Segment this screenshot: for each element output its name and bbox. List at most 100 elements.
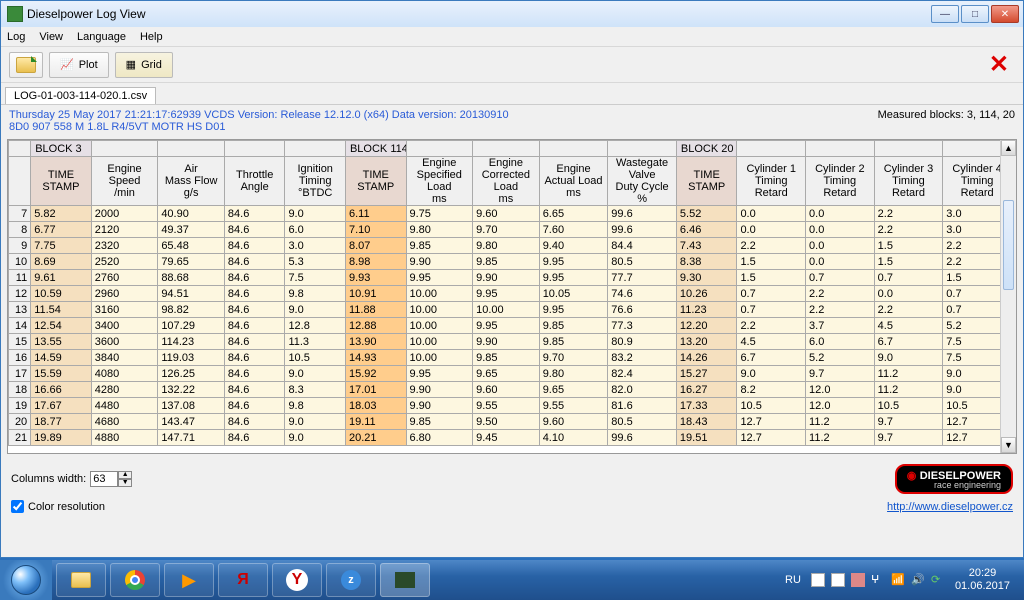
cell[interactable]: 19 <box>9 398 31 414</box>
cell[interactable]: 99.6 <box>608 430 677 446</box>
cell[interactable]: 10.5 <box>874 398 943 414</box>
cell[interactable]: 8.2 <box>737 382 806 398</box>
cell[interactable]: 8 <box>9 222 31 238</box>
tb-explorer[interactable] <box>56 563 106 597</box>
cell[interactable]: 9.95 <box>473 318 540 334</box>
cell[interactable]: 13.90 <box>345 334 406 350</box>
cell[interactable]: 107.29 <box>158 318 225 334</box>
cell[interactable]: 9.55 <box>473 398 540 414</box>
cell[interactable]: 21 <box>9 430 31 446</box>
cell[interactable]: 9.55 <box>539 398 608 414</box>
cell[interactable]: 2.2 <box>737 238 806 254</box>
cell[interactable]: 126.25 <box>158 366 225 382</box>
cell[interactable]: 84.6 <box>224 286 285 302</box>
cell[interactable]: 9.95 <box>539 302 608 318</box>
cell[interactable]: 84.6 <box>224 366 285 382</box>
cell[interactable]: 6.7 <box>874 334 943 350</box>
cell[interactable]: 12.0 <box>806 382 875 398</box>
cell[interactable]: 19.89 <box>31 430 92 446</box>
cell[interactable]: 2760 <box>91 270 158 286</box>
cell[interactable]: 10 <box>9 254 31 270</box>
cell[interactable]: 0.0 <box>806 254 875 270</box>
cell[interactable]: 65.48 <box>158 238 225 254</box>
cell[interactable]: 84.6 <box>224 430 285 446</box>
minimize-button[interactable]: — <box>931 5 959 23</box>
cell[interactable]: 2320 <box>91 238 158 254</box>
cell[interactable]: 9.90 <box>406 398 473 414</box>
cell[interactable]: 9.85 <box>473 254 540 270</box>
open-button[interactable] <box>9 52 43 78</box>
cell[interactable]: 13.20 <box>676 334 737 350</box>
cell[interactable]: 9.90 <box>473 334 540 350</box>
cell[interactable]: 9.85 <box>406 238 473 254</box>
cell[interactable]: 12.7 <box>737 430 806 446</box>
cell[interactable]: 9.65 <box>539 382 608 398</box>
cell[interactable]: 77.7 <box>608 270 677 286</box>
cell[interactable]: 4880 <box>91 430 158 446</box>
cell[interactable]: 9.85 <box>473 350 540 366</box>
cell[interactable]: 9.0 <box>285 206 346 222</box>
cell[interactable]: 12.8 <box>285 318 346 334</box>
table-row[interactable]: 1917.674480137.0884.69.818.039.909.559.5… <box>9 398 1012 414</box>
cell[interactable]: 9.95 <box>406 366 473 382</box>
cell[interactable]: 0.0 <box>806 206 875 222</box>
cell[interactable]: 9.0 <box>285 430 346 446</box>
cell[interactable]: 76.6 <box>608 302 677 318</box>
tray-sync-icon[interactable]: ⟳ <box>931 573 945 587</box>
tray-clock[interactable]: 20:29 01.06.2017 <box>955 567 1010 593</box>
cell[interactable]: 9.80 <box>406 222 473 238</box>
tb-zona[interactable]: z <box>326 563 376 597</box>
col-engine-speed[interactable]: EngineSpeed/min <box>91 157 158 206</box>
cell[interactable]: 2.2 <box>874 222 943 238</box>
tb-dieselpower[interactable] <box>380 563 430 597</box>
cell[interactable]: 9.0 <box>874 350 943 366</box>
col-wastegate[interactable]: WastegateValveDuty Cycle% <box>608 157 677 206</box>
table-row[interactable]: 119.61276088.6884.67.59.939.959.909.9577… <box>9 270 1012 286</box>
cell[interactable]: 49.37 <box>158 222 225 238</box>
cell[interactable]: 9.80 <box>473 238 540 254</box>
cell[interactable]: 84.6 <box>224 414 285 430</box>
cell[interactable]: 147.71 <box>158 430 225 446</box>
cell[interactable]: 10.00 <box>406 302 473 318</box>
cell[interactable]: 17.33 <box>676 398 737 414</box>
cell[interactable]: 2120 <box>91 222 158 238</box>
start-button[interactable] <box>0 560 52 600</box>
cell[interactable]: 9.8 <box>285 286 346 302</box>
tray-volume-icon[interactable]: 🔊 <box>911 573 925 587</box>
cell[interactable]: 7.5 <box>285 270 346 286</box>
cell[interactable]: 11 <box>9 270 31 286</box>
cell[interactable]: 2520 <box>91 254 158 270</box>
tb-chrome[interactable] <box>110 563 160 597</box>
cell[interactable]: 9.70 <box>473 222 540 238</box>
cell[interactable]: 9.40 <box>539 238 608 254</box>
cell[interactable]: 11.2 <box>806 430 875 446</box>
cell[interactable]: 18.03 <box>345 398 406 414</box>
spinner-up-icon[interactable]: ▲ <box>118 471 132 479</box>
table-row[interactable]: 1311.54316098.8284.69.011.8810.0010.009.… <box>9 302 1012 318</box>
tray-bt-icon[interactable]: ⵖ <box>871 573 885 587</box>
cell[interactable]: 0.0 <box>874 286 943 302</box>
table-row[interactable]: 1614.593840119.0384.610.514.9310.009.859… <box>9 350 1012 366</box>
file-tab[interactable]: LOG-01-003-114-020.1.csv <box>5 87 156 104</box>
cell[interactable]: 20 <box>9 414 31 430</box>
cell[interactable]: 9.95 <box>406 270 473 286</box>
cell[interactable]: 9.45 <box>473 430 540 446</box>
cell[interactable]: 5.2 <box>806 350 875 366</box>
cell[interactable]: 15.59 <box>31 366 92 382</box>
cell[interactable]: 84.6 <box>224 302 285 318</box>
cell[interactable]: 0.0 <box>806 222 875 238</box>
cell[interactable]: 15.27 <box>676 366 737 382</box>
cell[interactable]: 6.7 <box>737 350 806 366</box>
cell[interactable]: 9.65 <box>473 366 540 382</box>
cell[interactable]: 0.0 <box>737 206 806 222</box>
cell[interactable]: 6.65 <box>539 206 608 222</box>
cell[interactable]: 15.92 <box>345 366 406 382</box>
cell[interactable]: 9.70 <box>539 350 608 366</box>
cell[interactable]: 9.85 <box>539 334 608 350</box>
cell[interactable]: 4480 <box>91 398 158 414</box>
tb-yandex-2[interactable]: Y <box>272 563 322 597</box>
tray-network-icon[interactable]: 📶 <box>891 573 905 587</box>
cell[interactable]: 2.2 <box>874 302 943 318</box>
table-row[interactable]: 97.75232065.4884.63.08.079.859.809.4084.… <box>9 238 1012 254</box>
cell[interactable]: 19.51 <box>676 430 737 446</box>
